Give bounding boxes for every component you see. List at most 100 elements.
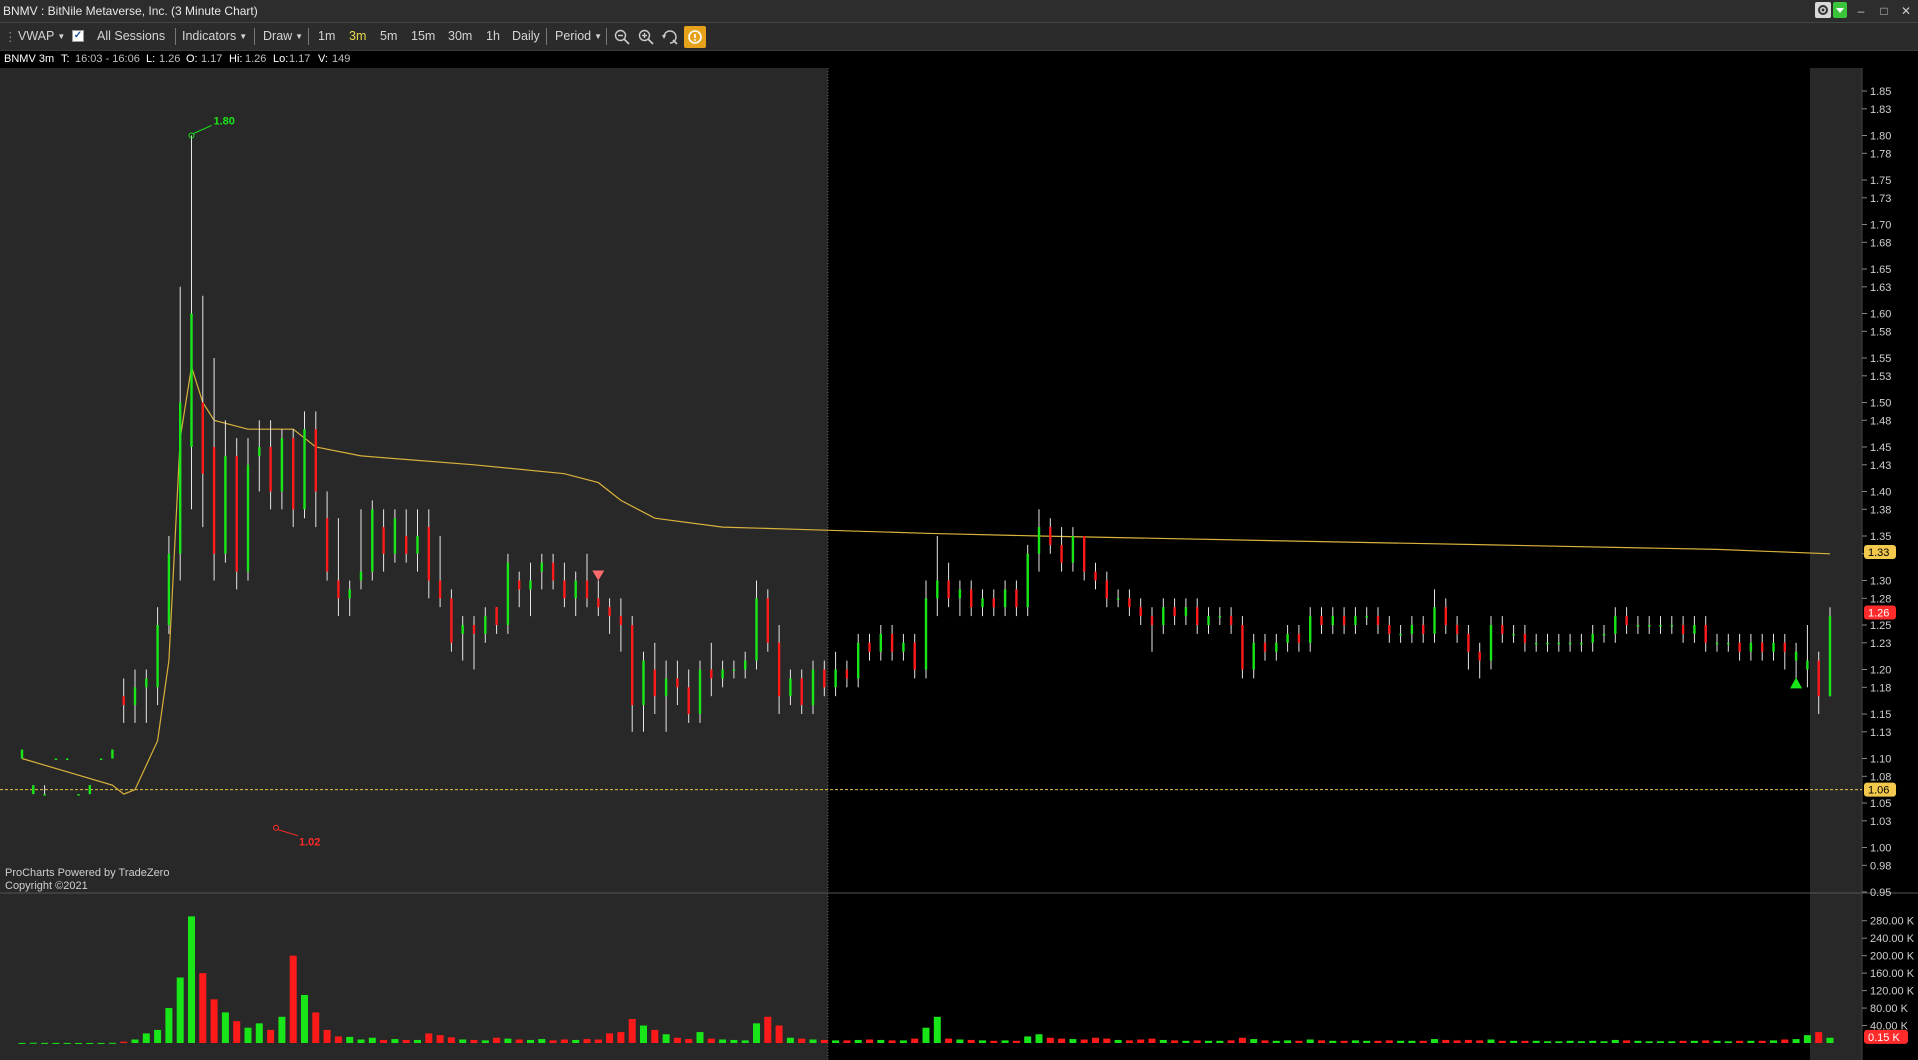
volume-bar xyxy=(707,1038,715,1043)
candle-body xyxy=(359,571,363,581)
candle-body xyxy=(631,625,634,706)
timeframe-30m[interactable]: 30m xyxy=(448,29,472,43)
volume-bar xyxy=(267,1029,275,1043)
candle-body xyxy=(970,589,973,608)
volume-bar xyxy=(1645,1041,1653,1043)
volume-bar xyxy=(1318,1040,1325,1043)
toolbar-grip-icon[interactable]: ⋮ xyxy=(4,29,17,44)
settings-icon[interactable] xyxy=(1815,2,1831,18)
zoom-out-icon[interactable] xyxy=(613,28,631,46)
volume-bar xyxy=(572,1039,580,1043)
volume-bar xyxy=(1284,1040,1292,1043)
volume-bar xyxy=(1216,1040,1224,1043)
volume-bar xyxy=(1521,1040,1529,1043)
price-tick-label: 1.58 xyxy=(1870,326,1891,338)
chart-toolbar: ⋮ VWAP ▼ All Sessions Indicators ▼ Draw ▼ 1… xyxy=(0,23,1918,51)
toolbar-separator xyxy=(546,28,547,45)
volume-bar xyxy=(1114,1039,1122,1043)
volume-bar xyxy=(764,1016,772,1043)
price-tick-label: 1.63 xyxy=(1870,282,1891,294)
post-market-session-shading xyxy=(1810,68,1862,1060)
candle-body xyxy=(698,669,702,714)
candle-body xyxy=(416,536,419,554)
volume-bar xyxy=(1046,1037,1054,1043)
highlight-icon[interactable] xyxy=(684,26,706,48)
price-tick-label: 1.18 xyxy=(1870,682,1891,694)
minimize-button[interactable]: – xyxy=(1851,1,1871,21)
candle-body xyxy=(1749,642,1753,652)
candle-body xyxy=(653,669,656,697)
volume-bar xyxy=(1758,1040,1766,1043)
volume-bar xyxy=(1250,1039,1258,1043)
close-button[interactable]: ✕ xyxy=(1896,1,1916,21)
indicators-dropdown[interactable]: Indicators ▼ xyxy=(182,29,247,43)
price-tick-label: 1.68 xyxy=(1870,237,1891,249)
candle-body xyxy=(235,455,238,572)
volume-bar xyxy=(1261,1040,1269,1043)
volume-bar xyxy=(560,1039,568,1043)
volume-bar xyxy=(820,1039,828,1043)
candle-body xyxy=(766,598,769,643)
price-tick-label: 1.65 xyxy=(1870,264,1891,276)
volume-bar xyxy=(1125,1040,1133,1043)
volume-bar xyxy=(1476,1040,1484,1043)
draw-dropdown[interactable]: Draw ▼ xyxy=(263,29,303,43)
timeframe-3m[interactable]: 3m xyxy=(349,29,366,43)
ref-price-badge-label: 1.06 xyxy=(1868,785,1889,797)
volume-bar xyxy=(696,1032,704,1043)
price-tick-label: 0.98 xyxy=(1870,860,1891,872)
candle-body xyxy=(540,562,543,572)
volume-bar xyxy=(131,1039,139,1043)
candle-body xyxy=(303,429,306,510)
timeframe-5m[interactable]: 5m xyxy=(380,29,397,43)
volume-bar xyxy=(1532,1040,1540,1043)
volume-bar xyxy=(380,1039,388,1043)
all-sessions-toggle-label[interactable]: All Sessions xyxy=(97,29,165,43)
volume-bar xyxy=(1340,1040,1348,1043)
candle-body xyxy=(201,402,204,474)
dropdown-icon[interactable] xyxy=(1833,2,1847,18)
volume-bar xyxy=(651,1029,659,1043)
volume-tick-label: 120.00 K xyxy=(1870,986,1915,998)
volume-bar xyxy=(255,1023,263,1043)
volume-bar xyxy=(1634,1040,1642,1043)
volume-bar xyxy=(391,1039,399,1043)
candle-body xyxy=(1015,589,1018,608)
timeframe-1h[interactable]: 1h xyxy=(486,29,500,43)
volume-bar xyxy=(63,1042,71,1044)
volume-bar xyxy=(188,916,195,1043)
volume-bar xyxy=(1227,1040,1235,1043)
volume-bar xyxy=(1363,1040,1371,1043)
candle-body xyxy=(1196,607,1199,625)
candle-body xyxy=(732,669,736,671)
candle-body xyxy=(1433,607,1436,634)
candle-body xyxy=(676,678,679,688)
candle-body xyxy=(224,455,227,554)
candle-body xyxy=(936,580,939,599)
volume-bar xyxy=(75,1042,82,1044)
candle-body xyxy=(405,536,408,554)
volume-bar xyxy=(334,1036,342,1043)
timeframe-1m[interactable]: 1m xyxy=(318,29,335,43)
volume-axis[interactable]: 40.00 K80.00 K120.00 K160.00 K200.00 K24… xyxy=(1862,916,1915,1033)
zoom-in-icon[interactable] xyxy=(637,28,655,46)
timeframe-15m[interactable]: 15m xyxy=(411,29,435,43)
volume-bar xyxy=(832,1040,840,1043)
vwap-dropdown[interactable]: VWAP ▼ xyxy=(18,29,65,43)
price-tick-label: 1.15 xyxy=(1870,709,1891,721)
volume-bar xyxy=(97,1042,105,1044)
all-sessions-checkbox[interactable]: ✓ xyxy=(72,30,84,42)
timeframe-daily[interactable]: Daily xyxy=(512,29,540,43)
maximize-button[interactable]: □ xyxy=(1874,1,1894,21)
volume-bar xyxy=(41,1042,49,1044)
volume-bar xyxy=(86,1042,94,1044)
chart-canvas[interactable]: 1.80 1.02 0.95 0.98 1.00 1.03 1.05 1.08 1.10 1.1… xyxy=(0,0,1918,1060)
volume-bar xyxy=(1374,1040,1382,1043)
volume-bar xyxy=(775,1025,783,1043)
candle-body xyxy=(1761,642,1764,652)
candle-body xyxy=(1376,616,1380,625)
period-dropdown[interactable]: Period ▼ xyxy=(555,29,602,43)
candle-body xyxy=(744,660,747,670)
candle-body xyxy=(179,402,182,554)
reset-zoom-icon[interactable] xyxy=(661,28,679,46)
